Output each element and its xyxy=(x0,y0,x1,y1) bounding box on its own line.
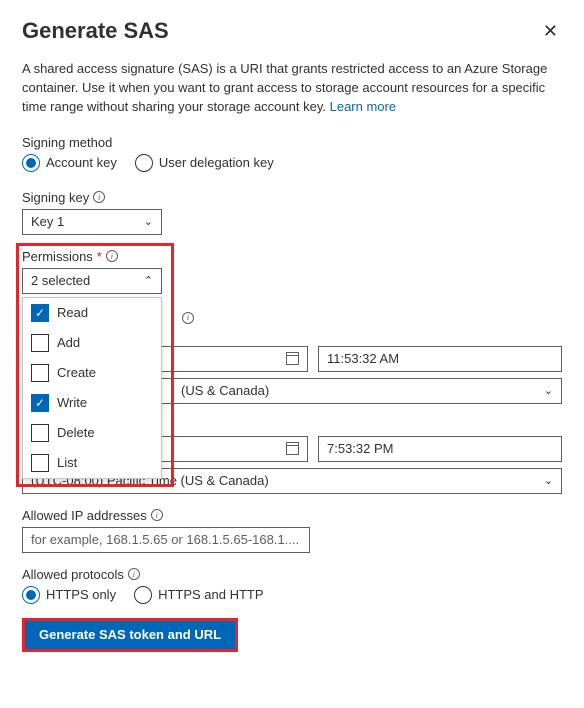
checkbox-icon xyxy=(31,454,49,472)
permission-option-create[interactable]: Create xyxy=(23,358,161,388)
signing-key-select[interactable]: Key 1 ⌄ xyxy=(22,209,162,235)
generate-sas-panel: Generate SAS ✕ A shared access signature… xyxy=(0,0,584,674)
radio-label: User delegation key xyxy=(159,155,274,170)
calendar-icon xyxy=(286,352,299,365)
learn-more-link[interactable]: Learn more xyxy=(330,99,396,114)
permission-option-add[interactable]: Add xyxy=(23,328,161,358)
radio-icon xyxy=(134,586,152,604)
signing-method-label: Signing method xyxy=(22,135,562,150)
checkbox-icon: ✓ xyxy=(31,304,49,322)
close-icon: ✕ xyxy=(543,21,558,41)
permissions-summary: 2 selected xyxy=(31,273,90,288)
signing-method-group: Account key User delegation key xyxy=(22,154,562,172)
radio-label: HTTPS only xyxy=(46,587,116,602)
info-icon[interactable]: i xyxy=(128,568,140,580)
close-button[interactable]: ✕ xyxy=(539,18,562,44)
permission-option-label: Read xyxy=(57,305,88,320)
description-text: A shared access signature (SAS) is a URI… xyxy=(22,61,547,114)
allowed-protocols-label: Allowed protocols xyxy=(22,567,124,582)
permissions-label: Permissions xyxy=(22,249,93,264)
checkbox-icon xyxy=(31,334,49,352)
checkbox-icon xyxy=(31,424,49,442)
signing-key-value: Key 1 xyxy=(31,214,64,229)
radio-https-only[interactable]: HTTPS only xyxy=(22,586,116,604)
calendar-icon xyxy=(286,442,299,455)
permission-option-label: List xyxy=(57,455,77,470)
radio-icon xyxy=(22,586,40,604)
radio-label: HTTPS and HTTP xyxy=(158,587,263,602)
description: A shared access signature (SAS) is a URI… xyxy=(22,60,562,117)
permissions-select[interactable]: 2 selected ⌃ xyxy=(22,268,162,294)
permissions-dropdown[interactable]: ✓ Read Add Create ✓ Write Delete List xyxy=(22,297,162,479)
allowed-ip-label: Allowed IP addresses xyxy=(22,508,147,523)
checkbox-icon: ✓ xyxy=(31,394,49,412)
expiry-time-input[interactable]: 7:53:32 PM xyxy=(318,436,562,462)
info-icon[interactable]: i xyxy=(182,312,194,324)
info-icon[interactable]: i xyxy=(93,191,105,203)
radio-icon xyxy=(135,154,153,172)
signing-key-label: Signing key xyxy=(22,190,89,205)
highlight-box: Generate SAS token and URL xyxy=(22,618,238,652)
permission-option-read[interactable]: ✓ Read xyxy=(23,298,161,328)
radio-https-and-http[interactable]: HTTPS and HTTP xyxy=(134,586,263,604)
radio-icon xyxy=(22,154,40,172)
page-title: Generate SAS xyxy=(22,18,169,44)
permission-option-label: Add xyxy=(57,335,80,350)
permission-option-list[interactable]: List xyxy=(23,448,161,478)
chevron-down-icon: ⌄ xyxy=(544,384,553,397)
info-icon[interactable]: i xyxy=(106,250,118,262)
allowed-ip-input[interactable]: for example, 168.1.5.65 or 168.1.5.65-16… xyxy=(22,527,310,553)
required-mark: * xyxy=(97,249,102,264)
permission-option-delete[interactable]: Delete xyxy=(23,418,161,448)
radio-label: Account key xyxy=(46,155,117,170)
info-icon[interactable]: i xyxy=(151,509,163,521)
chevron-up-icon: ⌃ xyxy=(144,274,153,287)
allowed-ip-placeholder: for example, 168.1.5.65 or 168.1.5.65-16… xyxy=(31,532,299,547)
checkbox-icon xyxy=(31,364,49,382)
generate-sas-button[interactable]: Generate SAS token and URL xyxy=(25,621,235,649)
permission-option-write[interactable]: ✓ Write xyxy=(23,388,161,418)
radio-account-key[interactable]: Account key xyxy=(22,154,117,172)
start-time-input[interactable]: 11:53:32 AM xyxy=(318,346,562,372)
permission-option-label: Write xyxy=(57,395,87,410)
chevron-down-icon: ⌄ xyxy=(544,474,553,487)
chevron-down-icon: ⌄ xyxy=(144,215,153,228)
permission-option-label: Create xyxy=(57,365,96,380)
radio-user-delegation-key[interactable]: User delegation key xyxy=(135,154,274,172)
permission-option-label: Delete xyxy=(57,425,95,440)
